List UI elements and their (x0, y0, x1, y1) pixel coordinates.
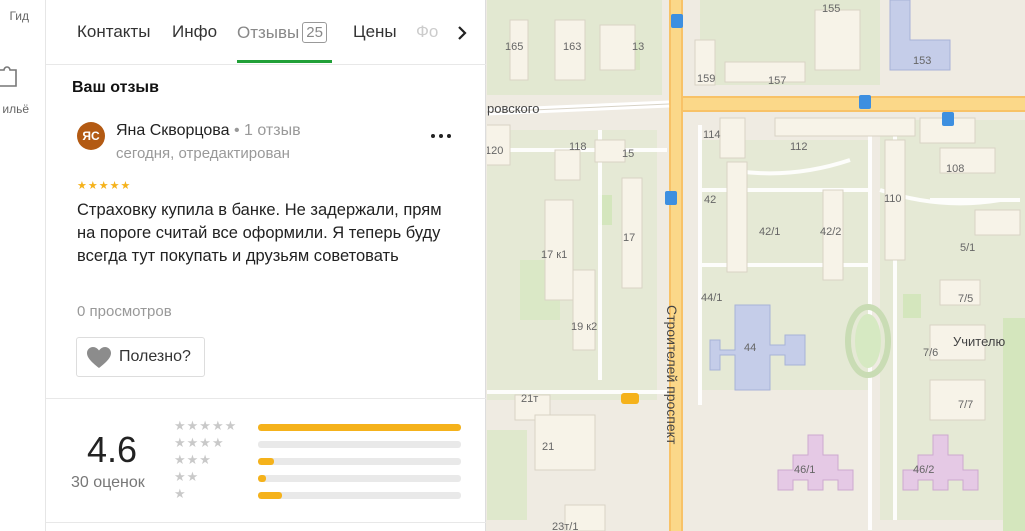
rating-distribution-4: ★★★★ (174, 435, 464, 451)
review-star-rating: ★★★★★ (77, 180, 132, 192)
building-number-label: 21т (521, 393, 538, 405)
dist-stars-5: ★★★★★ (174, 418, 238, 433)
street-label-prospect: Строителей проспект (664, 305, 680, 445)
active-tab-indicator (237, 60, 332, 63)
building-number-label: 118 (569, 141, 587, 153)
building-number-label: 46/1 (794, 464, 815, 476)
car-icon (621, 393, 639, 404)
chevron-right-icon[interactable] (454, 24, 470, 42)
dist-stars-2: ★★ (174, 469, 200, 484)
rail-item-guide-label: Гид (9, 9, 29, 23)
building-number-label: 46/2 (913, 464, 934, 476)
dist-fill-2 (258, 475, 267, 482)
tab-reviews[interactable]: Отзывы 25 (237, 22, 327, 43)
dist-bar-1 (258, 492, 461, 499)
rail-item-guide[interactable]: Гид (0, 6, 45, 36)
review-views: 0 просмотров (77, 303, 172, 320)
puzzle-icon (0, 66, 17, 87)
dist-bar-3 (258, 458, 461, 465)
dist-fill-3 (258, 458, 275, 465)
building-number-label: 42 (704, 194, 716, 206)
street-label-east: Учителю (953, 334, 1005, 349)
building-number-label: 155 (822, 3, 840, 15)
building-number-label: 21 (542, 441, 554, 453)
building-number-label: 153 (913, 55, 931, 67)
building-number-label: 120 (487, 145, 503, 157)
building-number-label: 44/1 (701, 292, 722, 304)
author-review-count: • 1 отзыв (233, 122, 301, 139)
tab-prices[interactable]: Цены (353, 22, 397, 42)
building-number-label: 13 (632, 41, 644, 53)
author-name[interactable]: Яна Скворцова (116, 122, 230, 139)
building-number-label: 7/7 (958, 399, 973, 411)
building-number-label: 5/1 (960, 242, 975, 254)
dist-fill-1 (258, 492, 283, 499)
avatar[interactable]: ЯС (77, 122, 105, 150)
building-number-label: 19 к2 (571, 321, 597, 333)
your-review-heading: Ваш отзыв (72, 79, 159, 96)
dist-stars-4: ★★★★ (174, 435, 225, 450)
review-text: Страховку купила в банке. Не задержали, … (77, 201, 442, 265)
average-rating: 4.6 (87, 429, 138, 470)
building-number-label: 108 (946, 163, 964, 175)
building-number-label: 157 (768, 75, 786, 87)
rail-item-housing-label: ильё (2, 102, 29, 116)
divider (46, 398, 486, 399)
building-number-label: 112 (790, 141, 808, 153)
dist-bar-2 (258, 475, 461, 482)
street-label-north: ровского (487, 101, 539, 116)
map[interactable]: 165 163 13 159 157 155 153 114 112 120 118 15 108 42 1… (487, 0, 1025, 531)
useful-button[interactable]: Полезно? (76, 337, 205, 377)
tab-info[interactable]: Инфо (172, 22, 217, 42)
building-number-label: 159 (697, 73, 715, 85)
building-number-label: 44 (744, 342, 756, 354)
building-number-label: 17 (623, 232, 635, 244)
divider-bottom (46, 522, 486, 523)
rating-distribution-5: ★★★★★ (174, 418, 464, 434)
tab-reviews-label: Отзывы (237, 23, 300, 42)
dist-bar-5 (258, 424, 461, 431)
dist-fill-5 (258, 424, 461, 431)
rating-count: 30 оценок (71, 474, 145, 491)
tab-photos[interactable]: Фо (416, 22, 438, 42)
rating-distribution-2: ★★ (174, 469, 464, 485)
building-number-label: 7/5 (958, 293, 973, 305)
building-number-label: 114 (703, 129, 721, 141)
rating-distribution-1: ★ (174, 486, 464, 502)
stadium-field (855, 314, 881, 368)
building-number-label: 42/2 (820, 226, 841, 238)
tab-reviews-count: 25 (302, 22, 327, 43)
review-date: сегодня, отредактирован (116, 145, 290, 162)
dist-stars-1: ★ (174, 486, 187, 501)
building-number-label: 15 (622, 148, 634, 160)
review-author[interactable]: Яна Скворцова • 1 отзыв (116, 122, 301, 140)
rating-distribution-3: ★★★ (174, 452, 464, 468)
building-number-label: 163 (563, 41, 581, 53)
left-rail: Гид ильё (0, 0, 46, 531)
place-panel: Контакты Инфо Отзывы 25 Цены Фо Ваш отзыв… (46, 0, 486, 531)
heart-icon (87, 347, 111, 368)
more-options-icon[interactable] (428, 126, 454, 146)
useful-label: Полезно? (119, 348, 191, 365)
tab-contacts[interactable]: Контакты (77, 22, 150, 42)
building-number-label: 42/1 (759, 226, 780, 238)
building-number-label: 7/6 (923, 347, 938, 359)
rail-item-housing[interactable]: ильё (0, 62, 45, 122)
tab-bar: Контакты Инфо Отзывы 25 Цены Фо (46, 0, 486, 65)
dist-bar-4 (258, 441, 461, 448)
building-number-label: 165 (505, 41, 523, 53)
building-number-label: 23т/1 (552, 521, 578, 531)
dist-stars-3: ★★★ (174, 452, 212, 467)
building-number-label: 17 к1 (541, 249, 567, 261)
building-number-label: 110 (884, 193, 902, 205)
